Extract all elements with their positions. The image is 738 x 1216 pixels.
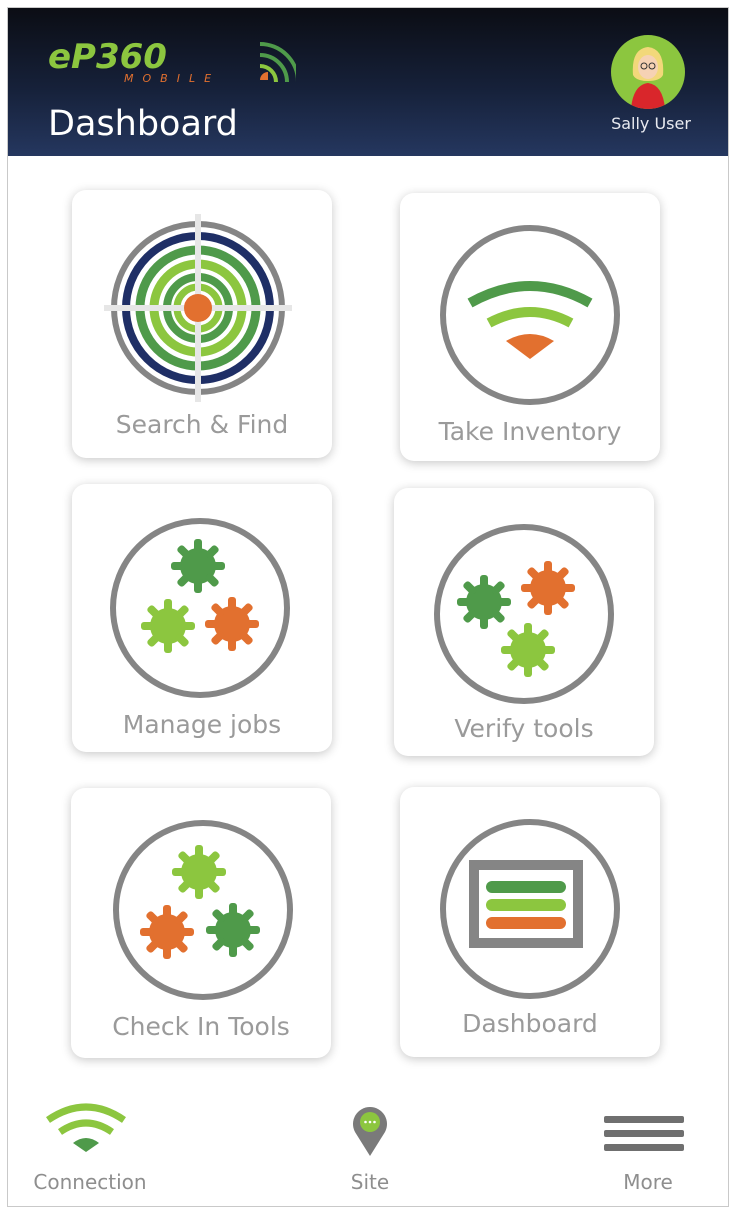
user-avatar[interactable]	[611, 35, 685, 109]
person-icon	[631, 47, 665, 109]
logo-subtext: MOBILE	[124, 72, 220, 85]
map-pin-icon	[353, 1107, 387, 1156]
user-name: Sally User	[611, 114, 691, 133]
app-screen: eP360 MOBILE Dashboard Sally User Search…	[7, 7, 729, 1207]
hamburger-menu-icon	[604, 1116, 684, 1151]
nav-more[interactable]: More	[568, 1088, 728, 1206]
dashboard-tile[interactable]: Dashboard	[400, 787, 660, 1057]
nav-label: More	[623, 1170, 673, 1194]
wifi-icon	[46, 1103, 126, 1152]
tile-label: Take Inventory	[438, 417, 622, 446]
tile-label: Dashboard	[462, 1009, 598, 1038]
gears-icon	[434, 524, 614, 704]
app-header: eP360 MOBILE Dashboard Sally User	[8, 8, 728, 156]
signal-icon	[440, 225, 620, 405]
gears-icon	[110, 518, 290, 698]
tile-label: Verify tools	[454, 714, 594, 743]
nav-site[interactable]: Site	[290, 1088, 450, 1206]
check-in-tools-tile[interactable]: Check In Tools	[71, 788, 331, 1058]
manage-jobs-tile[interactable]: Manage jobs	[72, 484, 332, 752]
search-find-tile[interactable]: Search & Find	[72, 190, 332, 458]
take-inventory-tile[interactable]: Take Inventory	[400, 193, 660, 461]
verify-tools-tile[interactable]: Verify tools	[394, 488, 654, 756]
gears-icon	[113, 820, 293, 1000]
bars-panel-icon	[440, 819, 620, 999]
page-title: Dashboard	[48, 104, 238, 144]
tile-label: Manage jobs	[122, 710, 282, 739]
nav-label: Connection	[33, 1170, 147, 1194]
nav-connection[interactable]: Connection	[10, 1088, 170, 1206]
nav-label: Site	[350, 1170, 390, 1194]
tile-label: Check In Tools	[112, 1012, 290, 1041]
target-icon	[104, 214, 292, 402]
app-logo: eP360 MOBILE	[48, 38, 296, 85]
tile-label: Search & Find	[115, 410, 289, 439]
bottom-nav: Connection Site More	[8, 1088, 728, 1206]
